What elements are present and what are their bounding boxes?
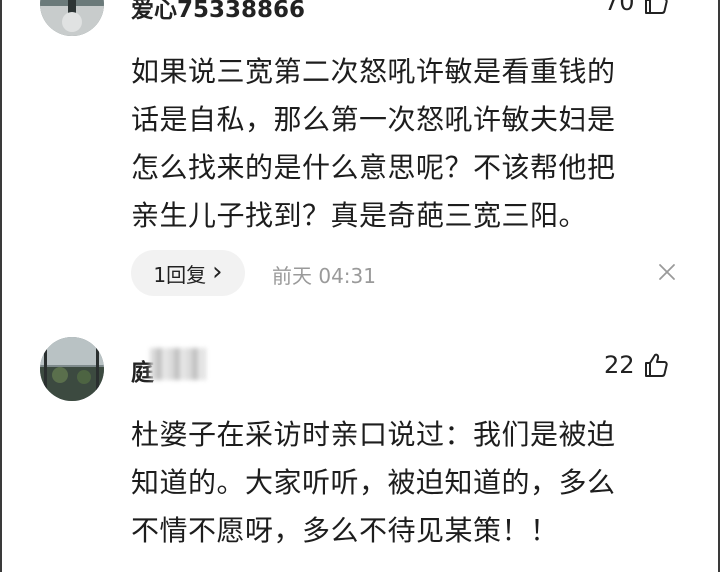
close-icon[interactable] [656, 261, 678, 283]
comment-line: 如果说三宽第二次怒吼许敏是看重钱的 [131, 55, 616, 88]
comment-username[interactable]: 爱心75338866 [131, 0, 305, 24]
username-redaction [150, 348, 206, 380]
chevron-right-icon: › [212, 256, 223, 287]
avatar[interactable] [40, 337, 104, 401]
like-button[interactable]: 22 [604, 351, 669, 379]
comment-line: 杜婆子在采访时亲口说过：我们是被迫 [131, 418, 616, 451]
comment-line: 怎么找来的是什么意思呢？不该帮他把 [131, 151, 616, 184]
comment-timestamp: 前天 04:31 [272, 264, 376, 288]
thumbs-up-icon [644, 353, 668, 377]
comment-line: 知道的。大家听听，被迫知道的，多么 [131, 466, 616, 499]
like-count: 22 [604, 351, 635, 379]
view-replies-button[interactable]: 1回复 › [131, 250, 245, 296]
window-border-left [0, 0, 2, 572]
comment-body: 杜婆子在采访时亲口说过：我们是被迫 知道的。大家听听，被迫知道的，多么 不情不愿… [131, 411, 616, 555]
comment-feed: 爱心75338866 70 如果说三宽第二次怒吼许敏是看重钱的 话是自私，那么第… [0, 0, 720, 572]
thumbs-up-icon [644, 0, 668, 14]
avatar[interactable] [40, 0, 104, 36]
comment-line: 不情不愿呀，多么不待见某策！！ [131, 514, 559, 547]
comment-body: 如果说三宽第二次怒吼许敏是看重钱的 话是自私，那么第一次怒吼许敏夫妇是 怎么找来… [131, 48, 616, 240]
like-count: 70 [604, 0, 635, 16]
reply-count-label: 1回复 [153, 262, 207, 287]
comment-line: 话是自私，那么第一次怒吼许敏夫妇是 [131, 103, 616, 136]
comment-line: 亲生儿子找到？真是奇葩三宽三阳。 [131, 199, 588, 232]
like-button[interactable]: 70 [604, 0, 669, 16]
